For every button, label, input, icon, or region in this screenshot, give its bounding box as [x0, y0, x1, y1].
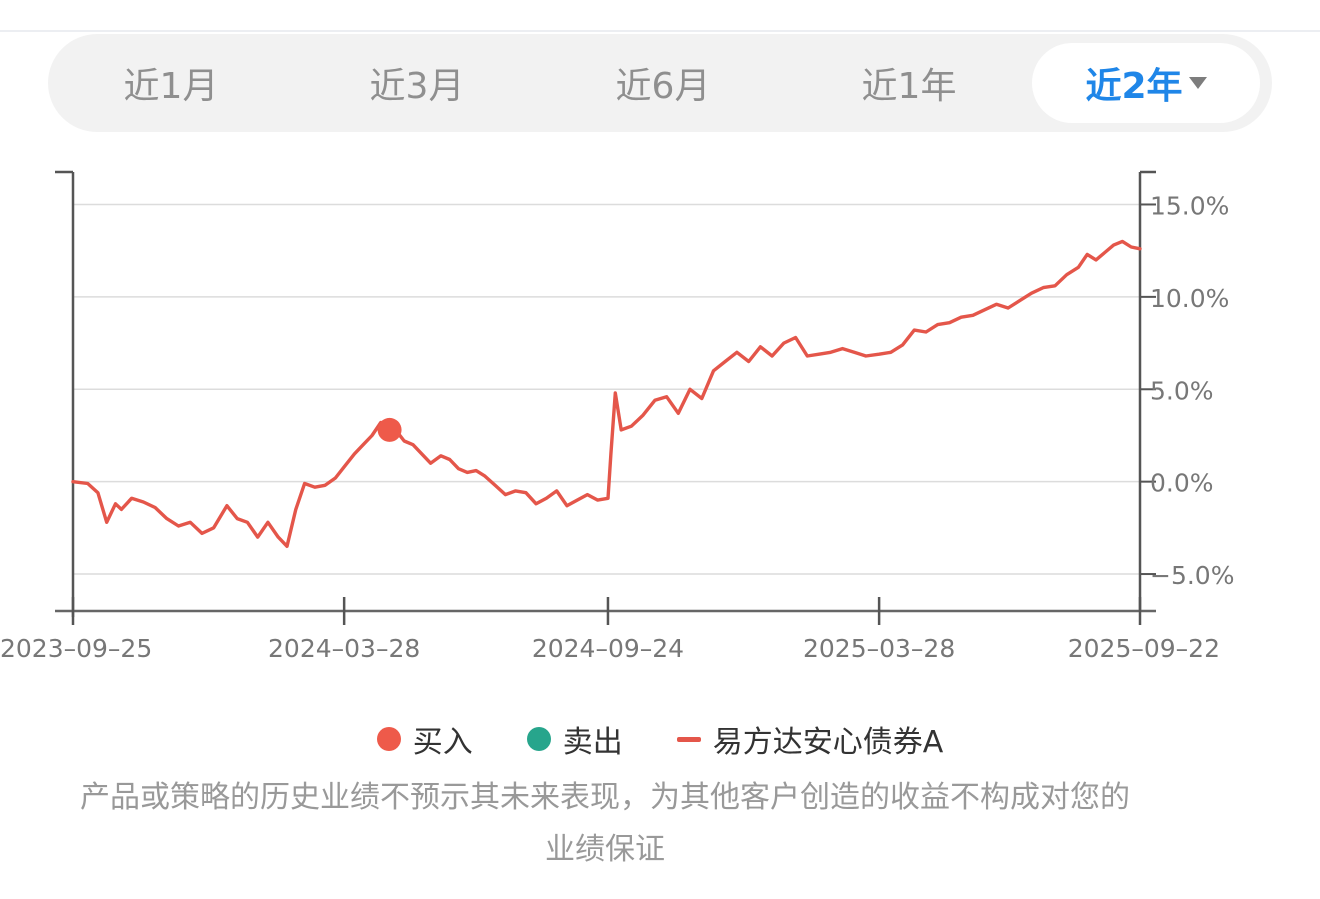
tab-1-month-label: 近1月	[123, 66, 219, 107]
tab-2-years[interactable]: 近2年	[1032, 43, 1260, 123]
buy-dot-icon	[376, 727, 401, 751]
y-tick-label: 15.0%	[1150, 191, 1229, 220]
tab-1-year[interactable]: 近1年	[786, 43, 1032, 123]
x-tick-label: 2024–03–28	[268, 634, 420, 663]
performance-chart: 15.0% 10.0% 5.0% 0.0% −5.0% 2023–09–25 2024–03…	[0, 170, 1234, 663]
axis-layer	[55, 170, 1156, 625]
legend-sell[interactable]: 卖出	[526, 717, 623, 761]
legend-fund[interactable]: 易方达安心债券A	[676, 717, 944, 761]
tab-1-month[interactable]: 近1月	[48, 43, 294, 123]
chart-legend: 买入 卖出 易方达安心债券A	[0, 716, 1320, 762]
y-tick-label: 10.0%	[1150, 284, 1229, 313]
line-swatch-icon	[676, 736, 701, 742]
x-tick-label: 2024–09–24	[532, 634, 684, 663]
x-tick-label: 2023–09–25	[0, 634, 152, 663]
caret-down-icon	[1188, 77, 1207, 89]
x-tick-label: 2025–09–22	[1068, 634, 1220, 663]
legend-sell-label: 卖出	[562, 725, 623, 760]
range-tabs: 近1月 近3月 近6月 近1年 近2年	[48, 34, 1272, 132]
legend-buy-label: 买入	[412, 725, 473, 760]
label-layer: 15.0% 10.0% 5.0% 0.0% −5.0% 2023–09–25 2024–03…	[0, 191, 1234, 663]
tab-3-months-label: 近3月	[369, 66, 465, 107]
series-layer	[71, 239, 1142, 548]
x-tick-label: 2025–03–28	[803, 634, 955, 663]
legend-fund-label: 易方达安心债券A	[712, 725, 944, 760]
tab-2-years-label: 近2年	[1085, 66, 1183, 107]
buy-point	[377, 417, 402, 442]
y-tick-label: −5.0%	[1150, 561, 1234, 590]
tab-6-months-label: 近6月	[615, 66, 711, 107]
tab-6-months[interactable]: 近6月	[540, 43, 786, 123]
tab-3-months[interactable]: 近3月	[294, 43, 540, 123]
sell-dot-icon	[526, 727, 551, 751]
tab-1-year-label: 近1年	[861, 66, 957, 107]
top-divider	[0, 30, 1320, 32]
disclaimer-text: 产品或策略的历史业绩不预示其未来表现，为其他客户创造的收益不构成对您的业绩保证	[80, 780, 1130, 867]
legend-buy[interactable]: 买入	[376, 717, 473, 761]
grid-layer	[73, 203, 1140, 575]
marker-layer	[377, 417, 402, 442]
y-tick-label: 0.0%	[1150, 469, 1214, 498]
series-line-fund	[71, 239, 1142, 548]
y-tick-label: 5.0%	[1150, 376, 1214, 405]
